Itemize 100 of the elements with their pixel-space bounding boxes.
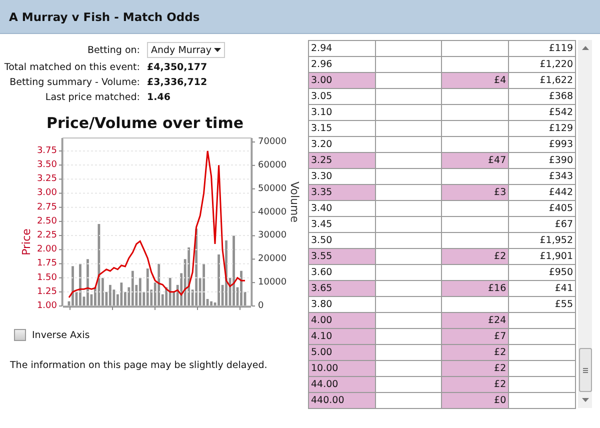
axis-tick-label: 30000 bbox=[258, 230, 287, 241]
field-value: £4,350,177 bbox=[147, 62, 208, 73]
axis-title: Volume bbox=[288, 182, 300, 222]
axis-tick-label: 3.75 bbox=[36, 146, 57, 156]
table-cell: £390 bbox=[508, 152, 576, 168]
table-cell: 10.00 bbox=[308, 360, 376, 376]
table-cell bbox=[442, 40, 509, 56]
table-cell: 3.10 bbox=[308, 104, 376, 120]
table-cell bbox=[375, 392, 442, 408]
table-cell: £368 bbox=[508, 88, 576, 104]
table-cell: £55 bbox=[508, 296, 576, 312]
table-cell: 3.65 bbox=[308, 280, 376, 296]
field-label: Last price matched: bbox=[44, 92, 140, 103]
table-cell: 3.25 bbox=[308, 152, 376, 168]
table-cell: £47 bbox=[442, 152, 509, 168]
table-cell: £41 bbox=[508, 280, 576, 296]
table-cell bbox=[375, 88, 442, 104]
table-cell bbox=[375, 72, 442, 88]
table-cell bbox=[375, 56, 442, 72]
table-cell bbox=[375, 248, 442, 264]
selection-dropdown[interactable]: Andy Murray bbox=[147, 42, 225, 58]
axis-tick-label: 2.25 bbox=[36, 230, 57, 241]
table-cell bbox=[375, 168, 442, 184]
axis-title: Price bbox=[20, 228, 33, 256]
axis-tick-label: 40000 bbox=[258, 207, 287, 218]
table-cell bbox=[375, 312, 442, 328]
axis-tick-label: 50000 bbox=[258, 184, 287, 194]
scroll-up-icon bbox=[582, 46, 588, 50]
checkbox[interactable] bbox=[14, 329, 26, 341]
table-cell: £1,901 bbox=[508, 248, 576, 264]
table-cell: 3.40 bbox=[308, 200, 376, 216]
axis-tick-label: 60000 bbox=[258, 160, 287, 170]
grip-icon bbox=[582, 368, 588, 372]
table-cell bbox=[508, 312, 576, 328]
table-cell: £129 bbox=[508, 120, 576, 136]
axis-tick-label: 2.75 bbox=[36, 202, 57, 212]
table-cell: £67 bbox=[508, 216, 576, 232]
table-cell bbox=[375, 152, 442, 168]
table-cell: £405 bbox=[508, 200, 576, 216]
table-cell: £2 bbox=[442, 248, 509, 264]
table-cell bbox=[375, 200, 442, 216]
table-cell bbox=[508, 344, 576, 360]
table-cell bbox=[375, 280, 442, 296]
axis-tick-label: 0 bbox=[258, 301, 264, 311]
checkbox-label: Inverse Axis bbox=[32, 330, 90, 340]
table-cell bbox=[375, 264, 442, 280]
scroll-thumb[interactable] bbox=[578, 348, 592, 392]
axis-tick-label: 2.00 bbox=[36, 244, 57, 255]
table-cell: 4.00 bbox=[308, 312, 376, 328]
notice-text: The information on this page may be slightly delayed. bbox=[10, 360, 268, 371]
table-cell bbox=[508, 392, 576, 408]
table-cell bbox=[442, 200, 509, 216]
table-cell bbox=[375, 120, 442, 136]
table-cell: £343 bbox=[508, 168, 576, 184]
axis-tick-label: 1.75 bbox=[36, 258, 57, 269]
chart-title: Price/Volume over time bbox=[45, 113, 244, 133]
table-cell: 3.55 bbox=[308, 248, 376, 264]
table-cell: £2 bbox=[442, 344, 509, 360]
table-cell: £3 bbox=[442, 184, 509, 200]
table-cell bbox=[375, 296, 442, 312]
table-cell: £16 bbox=[442, 280, 509, 296]
table-cell: 3.15 bbox=[308, 120, 376, 136]
scrollbar[interactable] bbox=[578, 40, 592, 408]
field-value: £3,336,712 bbox=[147, 77, 208, 88]
table-cell: £2 bbox=[442, 360, 509, 376]
field-label: Betting on: bbox=[86, 44, 140, 56]
table-cell: 4.10 bbox=[308, 328, 376, 344]
scroll-down-icon bbox=[582, 398, 588, 402]
field-label: Total matched on this event: bbox=[3, 62, 140, 73]
table-cell bbox=[375, 360, 442, 376]
table-cell: £24 bbox=[442, 312, 509, 328]
table-cell: £119 bbox=[508, 40, 576, 56]
table-cell: 2.94 bbox=[308, 40, 376, 56]
table-cell bbox=[508, 376, 576, 392]
table-cell bbox=[442, 216, 509, 232]
table-cell: £950 bbox=[508, 264, 576, 280]
table-cell bbox=[375, 328, 442, 344]
axis-tick-label: 3.50 bbox=[36, 160, 57, 170]
table-cell bbox=[442, 104, 509, 120]
caret-icon bbox=[214, 48, 221, 52]
table-cell bbox=[375, 232, 442, 248]
table-cell: £2 bbox=[442, 376, 509, 392]
table-cell bbox=[375, 40, 442, 56]
axis-tick-label: 10000 bbox=[258, 278, 287, 288]
axis-tick-label: 1.00 bbox=[36, 301, 57, 311]
table-cell bbox=[375, 216, 442, 232]
table-cell: 5.00 bbox=[308, 344, 376, 360]
table-cell bbox=[375, 344, 442, 360]
table-cell: 3.45 bbox=[308, 216, 376, 232]
table-cell bbox=[508, 328, 576, 344]
axis-tick-label: 2.50 bbox=[36, 216, 57, 226]
table-cell bbox=[508, 360, 576, 376]
table-cell: £442 bbox=[508, 184, 576, 200]
table-cell: £1,952 bbox=[508, 232, 576, 248]
table-cell: 3.00 bbox=[308, 72, 376, 88]
axis-tick-label: 20000 bbox=[258, 254, 287, 264]
table-cell: £7 bbox=[442, 328, 509, 344]
table-cell bbox=[375, 376, 442, 392]
axis-tick-label: 3.00 bbox=[36, 188, 57, 198]
axis-tick-label: 70000 bbox=[258, 136, 287, 147]
